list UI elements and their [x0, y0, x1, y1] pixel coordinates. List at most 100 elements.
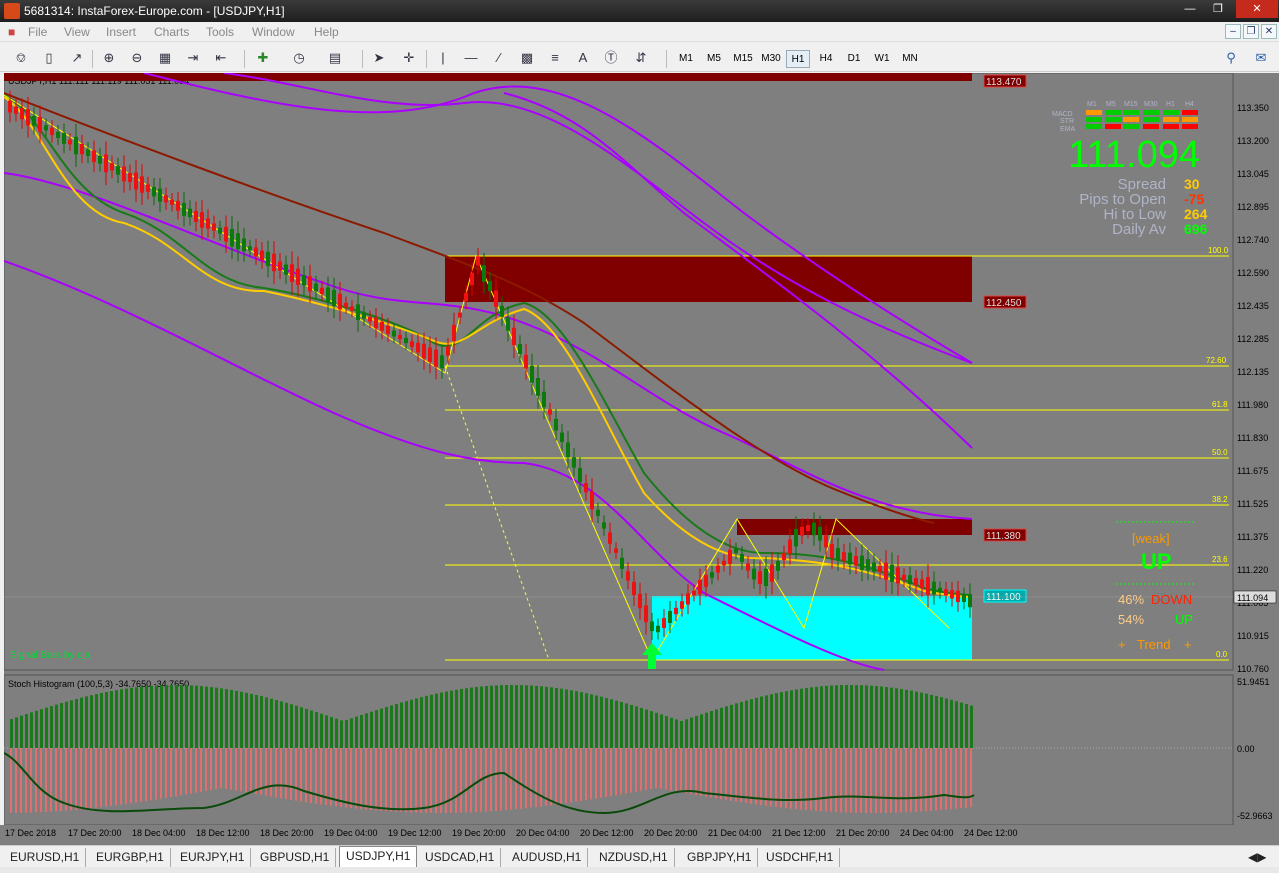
- text-label-icon[interactable]: Ⓣ: [600, 49, 622, 67]
- histogram-bar-down: [740, 748, 742, 803]
- channel-icon[interactable]: ▩: [516, 49, 538, 67]
- menu-window[interactable]: Window: [252, 25, 295, 39]
- histogram-bar-up: [10, 718, 13, 748]
- close-button[interactable]: ✕: [1236, 0, 1278, 18]
- arrows-icon[interactable]: ⇵: [630, 49, 652, 67]
- tab-gbpjpy[interactable]: GBPJPY,H1: [681, 848, 759, 867]
- tab-eurjpy[interactable]: EURJPY,H1: [174, 848, 252, 867]
- crosshair-icon[interactable]: ✛: [398, 49, 420, 67]
- periods-icon[interactable]: ◷: [288, 49, 310, 67]
- timeframe-m15[interactable]: M15: [730, 50, 756, 68]
- histogram-bar-up: [695, 715, 698, 748]
- support-zone: [652, 596, 972, 660]
- time-tick: 18 Dec 12:00: [196, 828, 250, 838]
- tile-windows-icon[interactable]: ▦: [154, 49, 176, 67]
- histogram-bar-down: [25, 748, 27, 813]
- mdi-minimize-button[interactable]: –: [1225, 24, 1241, 39]
- candle-body: [548, 409, 552, 415]
- menu-help[interactable]: Help: [314, 25, 339, 39]
- templates-icon[interactable]: ▤: [324, 49, 346, 67]
- chat-icon[interactable]: ✉: [1250, 49, 1272, 67]
- chart-shift-icon[interactable]: ⇤: [210, 49, 232, 67]
- tab-nzdusd[interactable]: NZDUSD,H1: [593, 848, 675, 867]
- histogram-bar-up: [35, 710, 38, 748]
- histogram-bar-up: [440, 692, 443, 748]
- autoscroll-icon[interactable]: ⇥: [182, 49, 204, 67]
- zone-label-2: 111.380: [986, 531, 1021, 542]
- candle-body: [518, 344, 522, 355]
- horizontal-line-icon[interactable]: —: [460, 49, 482, 67]
- trendline-icon[interactable]: ∕: [488, 49, 510, 67]
- tab-scroll-icon[interactable]: ◀▶: [1242, 848, 1272, 867]
- histogram-bar-up: [200, 686, 203, 748]
- timeframe-m1[interactable]: M1: [674, 50, 698, 68]
- indicators-icon[interactable]: ✚: [252, 49, 274, 67]
- cursor-icon[interactable]: ➤: [368, 49, 390, 67]
- vertical-line-icon[interactable]: |: [432, 49, 454, 67]
- tab-gbpusd[interactable]: GBPUSD,H1: [254, 848, 337, 867]
- price-tick: 110.915: [1237, 631, 1269, 641]
- histogram-bar-up: [580, 692, 583, 748]
- candle-body: [704, 575, 708, 587]
- tab-usdjpy[interactable]: USDJPY,H1: [339, 846, 418, 868]
- histogram-bar-up: [505, 685, 508, 748]
- candle-body: [554, 418, 558, 431]
- histogram-bar-up: [50, 706, 53, 748]
- maximize-button[interactable]: ❐: [1204, 0, 1232, 18]
- histogram-bar-up: [880, 686, 883, 748]
- histogram-bar-up: [795, 689, 798, 748]
- histogram-bar-up: [545, 686, 548, 748]
- down-label: DOWN: [1151, 592, 1192, 607]
- menu-view[interactable]: View: [64, 25, 90, 39]
- timeframe-h1[interactable]: H1: [786, 50, 810, 68]
- minimize-button[interactable]: —: [1176, 0, 1204, 18]
- tab-eurgbp[interactable]: EURGBP,H1: [90, 848, 171, 867]
- tab-audusd[interactable]: AUDUSD,H1: [506, 848, 589, 867]
- histogram-bar-up: [170, 685, 173, 748]
- price-tick: 112.285: [1237, 334, 1269, 344]
- fibonacci-icon[interactable]: ≡: [544, 49, 566, 67]
- signal-cell: [1105, 110, 1121, 115]
- time-tick: 21 Dec 12:00: [772, 828, 826, 838]
- timeframe-d1[interactable]: D1: [842, 50, 866, 68]
- tab-usdcad[interactable]: USDCAD,H1: [419, 848, 502, 867]
- zoom-out-icon[interactable]: ⊖: [126, 49, 148, 67]
- histogram-bar-up: [315, 712, 318, 748]
- candle-body: [14, 106, 18, 114]
- timeframe-m30[interactable]: M30: [758, 50, 784, 68]
- tab-usdchf[interactable]: USDCHF,H1: [760, 848, 841, 867]
- tab-eurusd[interactable]: EURUSD,H1: [4, 848, 87, 867]
- menu-file[interactable]: File: [28, 25, 47, 39]
- histogram-bar-up: [870, 685, 873, 748]
- histogram-bar-up: [235, 690, 238, 748]
- histogram-bar-up: [475, 686, 478, 748]
- timeframe-w1[interactable]: W1: [870, 50, 894, 68]
- candle-body: [752, 568, 756, 580]
- menu-insert[interactable]: Insert: [106, 25, 136, 39]
- timeframe-mn[interactable]: MN: [898, 50, 922, 68]
- bar-chart-icon[interactable]: ⎊: [10, 49, 32, 67]
- timeframe-m5[interactable]: M5: [702, 50, 726, 68]
- chart-menu-icon[interactable]: ■: [8, 25, 15, 39]
- histogram-bar-up: [465, 688, 468, 748]
- candle-body: [284, 264, 288, 275]
- menu-charts[interactable]: Charts: [154, 25, 189, 39]
- histogram-bar-down: [420, 748, 422, 813]
- histogram-bar-down: [465, 748, 467, 813]
- mdi-restore-button[interactable]: ❐: [1243, 24, 1259, 39]
- search-icon[interactable]: ⚲: [1220, 49, 1242, 67]
- candle-body: [440, 355, 444, 369]
- histogram-bar-down: [165, 748, 167, 798]
- candlestick-icon[interactable]: ▯: [38, 49, 60, 67]
- zoom-in-icon[interactable]: ⊕: [98, 49, 120, 67]
- histogram-bar-down: [735, 748, 737, 802]
- chart-window[interactable]: 113.350 113.200 113.045 112.895 112.740 …: [3, 72, 1279, 837]
- line-chart-icon[interactable]: ↗: [66, 49, 88, 67]
- mdi-close-button[interactable]: ✕: [1261, 24, 1277, 39]
- histogram-bar-down: [690, 748, 692, 795]
- candle-body: [416, 342, 420, 353]
- text-icon[interactable]: A: [572, 49, 594, 67]
- histogram-bar-down: [245, 748, 247, 793]
- menu-tools[interactable]: Tools: [206, 25, 234, 39]
- timeframe-h4[interactable]: H4: [814, 50, 838, 68]
